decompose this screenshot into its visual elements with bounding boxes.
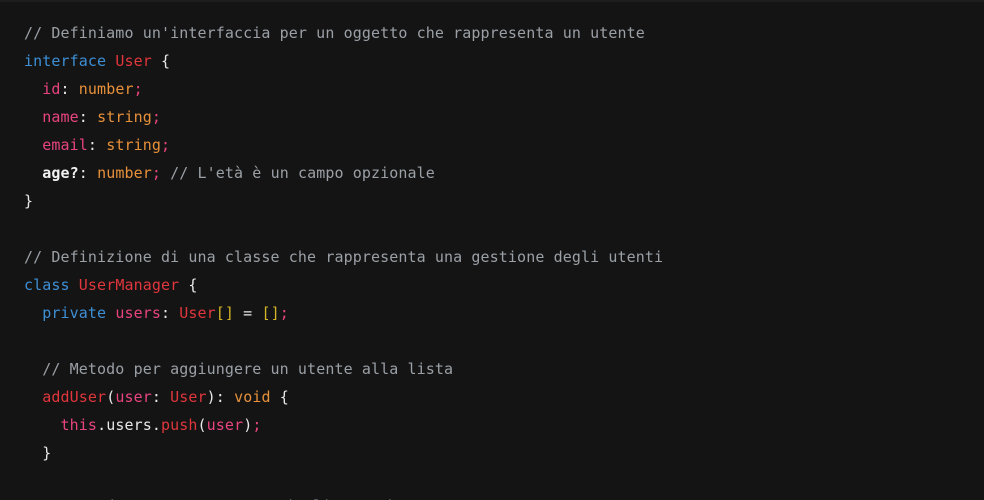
property-token: id [42, 80, 61, 98]
parameter-token: user [115, 388, 152, 406]
array-literal-token: [] [261, 304, 280, 322]
semicolon-token: ; [252, 416, 262, 434]
keyword-token: interface [24, 52, 107, 70]
brace-token: { [279, 388, 289, 406]
type-token: User [115, 52, 152, 70]
code-line[interactable]: } [24, 439, 984, 467]
dot-token: . [151, 416, 161, 434]
property-token: users [115, 304, 161, 322]
code-line[interactable]: class UserManager { [24, 271, 984, 299]
primitive-type-token: string [106, 136, 161, 154]
property-token: email [42, 136, 88, 154]
colon-token: : [160, 304, 180, 322]
code-line[interactable]: // Definizione di una classe che rappres… [24, 243, 984, 271]
colon-token: : [78, 108, 98, 126]
code-line[interactable]: private users: User[] = []; [24, 299, 984, 327]
semicolon-token: ; [151, 164, 171, 182]
code-line-clipped[interactable]: // Metodo per ottenere tutti gli utenti [24, 492, 394, 500]
brace-token: { [161, 52, 171, 70]
primitive-type-token: number [97, 164, 152, 182]
code-line[interactable]: age?: number; // L'età è un campo opzion… [24, 159, 984, 187]
blank-content [24, 220, 33, 238]
code-line[interactable]: } [24, 187, 984, 215]
paren-close-token: ) [243, 416, 253, 434]
colon-token: : [215, 388, 235, 406]
semicolon-token: ; [279, 304, 289, 322]
code-line[interactable]: id: number; [24, 75, 984, 103]
method-call-token: push [161, 416, 198, 434]
code-content-area[interactable]: // Definiamo un'interfaccia per un ogget… [0, 0, 984, 467]
brace-token: { [188, 276, 198, 294]
brace-token: } [24, 192, 34, 210]
array-bracket-token: [] [215, 304, 235, 322]
optional-property-token: age? [42, 164, 79, 182]
semicolon-token: ; [160, 136, 171, 154]
return-type-token: void [234, 388, 271, 406]
comment-token: // Metodo per aggiungere un utente alla … [42, 360, 454, 378]
code-line[interactable]: this.users.push(user); [24, 411, 984, 439]
keyword-token: class [24, 276, 70, 294]
paren-close-token: ) [206, 388, 216, 406]
code-line[interactable]: addUser(user: User): void { [24, 383, 984, 411]
colon-token: : [60, 80, 79, 98]
type-token: User [179, 304, 216, 322]
equals-token: = [234, 304, 262, 322]
code-line[interactable]: // Metodo per aggiungere un utente alla … [24, 355, 984, 383]
colon-token: : [87, 136, 107, 154]
member-token: users [106, 416, 152, 434]
blank-content [24, 332, 33, 350]
type-token: User [170, 388, 207, 406]
dot-token: . [97, 416, 107, 434]
semicolon-token: ; [133, 80, 143, 98]
class-name-token: UserManager [78, 276, 180, 294]
code-line[interactable]: // Definiamo un'interfaccia per un ogget… [24, 19, 984, 47]
argument-token: user [206, 416, 244, 434]
brace-token: } [42, 444, 52, 462]
code-line[interactable]: email: string; [24, 131, 984, 159]
code-line[interactable]: interface User { [24, 47, 984, 75]
paren-open-token: ( [197, 416, 207, 434]
property-token: name [42, 108, 79, 126]
modifier-token: private [42, 304, 107, 322]
code-line[interactable]: name: string; [24, 103, 984, 131]
this-keyword-token: this [60, 416, 98, 434]
comment-token: // Definiamo un'interfaccia per un ogget… [24, 24, 645, 42]
code-line-blank[interactable] [24, 327, 984, 355]
colon-token: : [151, 388, 171, 406]
paren-open-token: ( [106, 388, 116, 406]
primitive-type-token: number [78, 80, 134, 98]
colon-token: : [78, 164, 98, 182]
semicolon-token: ; [151, 108, 161, 126]
comment-token: // Definizione di una classe che rappres… [24, 248, 664, 266]
code-line-blank[interactable] [24, 215, 984, 243]
method-name-token: addUser [42, 388, 107, 406]
primitive-type-token: string [97, 108, 152, 126]
code-editor-screenshot: // Definiamo un'interfaccia per un ogget… [0, 0, 984, 500]
comment-token: // L'età è un campo opzionale [170, 164, 435, 182]
